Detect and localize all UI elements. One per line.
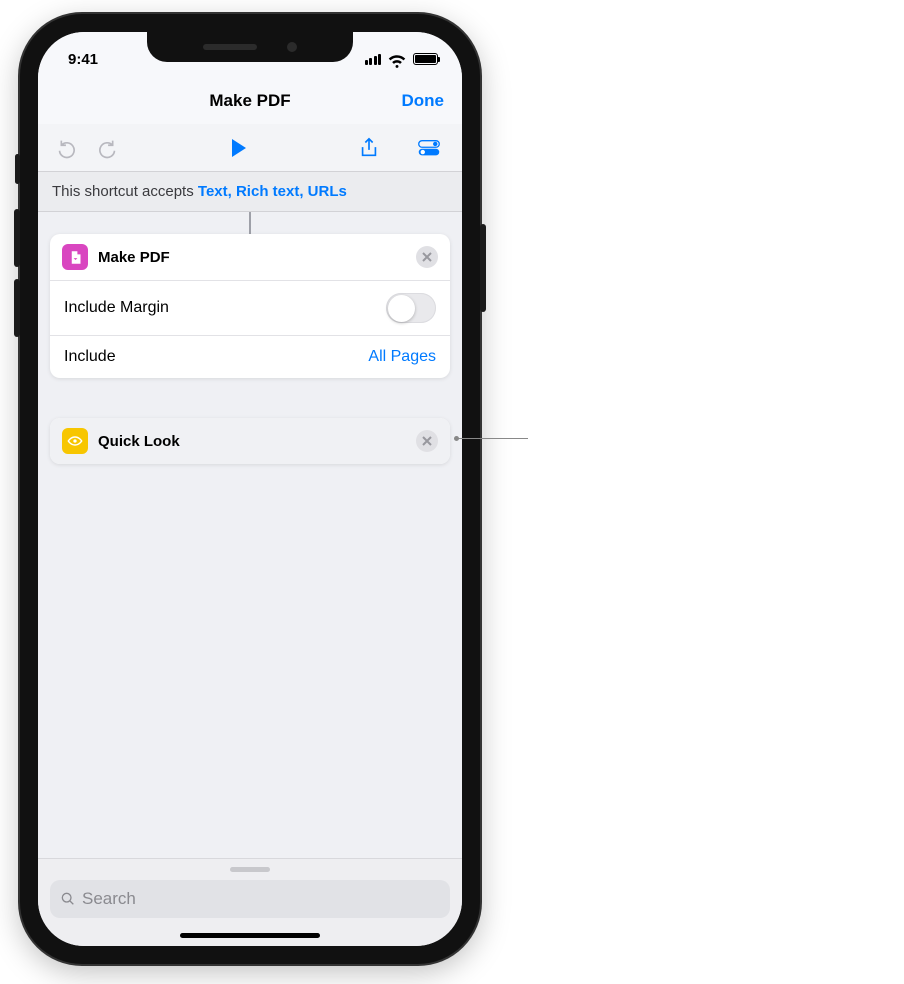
callout-line: [456, 438, 528, 439]
close-icon: [422, 436, 432, 446]
action-make-pdf[interactable]: Make PDF Include Margin Include All Page…: [50, 234, 450, 378]
wifi-icon: [386, 48, 408, 70]
accepts-prefix: This shortcut accepts: [52, 183, 198, 200]
action-title: Quick Look: [98, 433, 180, 450]
toggles-icon: [418, 137, 440, 159]
redo-button[interactable]: [92, 131, 126, 165]
search-input[interactable]: Search: [50, 880, 450, 918]
nav-bar: Make PDF Done: [38, 78, 462, 124]
toolbar: [38, 124, 462, 172]
include-value[interactable]: All Pages: [368, 348, 436, 366]
cellular-icon: [365, 54, 382, 65]
settings-toggle-button[interactable]: [412, 131, 446, 165]
undo-button[interactable]: [48, 131, 82, 165]
page-title: Make PDF: [209, 91, 290, 111]
action-title: Make PDF: [98, 249, 170, 266]
notch: [147, 32, 353, 62]
pdf-icon: [62, 244, 88, 270]
include-pages-row[interactable]: Include All Pages: [50, 335, 450, 378]
search-placeholder: Search: [82, 889, 136, 909]
grabber-handle[interactable]: [230, 867, 270, 872]
include-label: Include: [64, 348, 116, 366]
share-button[interactable]: [352, 131, 386, 165]
phone-frame: 9:41 Make PDF Done: [20, 14, 480, 964]
status-time: 9:41: [68, 51, 98, 68]
include-margin-row: Include Margin: [50, 280, 450, 335]
battery-icon: [413, 53, 438, 65]
accepts-types[interactable]: Text, Rich text, URLs: [198, 183, 347, 200]
delete-action-button[interactable]: [416, 246, 438, 268]
mute-switch[interactable]: [15, 154, 20, 184]
screen: 9:41 Make PDF Done: [38, 32, 462, 946]
delete-action-button[interactable]: [416, 430, 438, 452]
play-icon: [232, 139, 246, 157]
close-icon: [422, 252, 432, 262]
home-indicator[interactable]: [180, 933, 320, 938]
action-quick-look[interactable]: Quick Look: [50, 418, 450, 464]
done-button[interactable]: Done: [402, 91, 445, 111]
include-margin-label: Include Margin: [64, 299, 169, 317]
eye-icon: [62, 428, 88, 454]
workflow-canvas: Make PDF Include Margin Include All Page…: [38, 212, 462, 476]
volume-down-button[interactable]: [14, 279, 20, 337]
run-button[interactable]: [222, 131, 256, 165]
share-icon: [358, 137, 380, 159]
include-margin-toggle[interactable]: [386, 293, 436, 323]
volume-up-button[interactable]: [14, 209, 20, 267]
search-icon: [60, 891, 76, 907]
accepts-banner[interactable]: This shortcut accepts Text, Rich text, U…: [38, 172, 462, 212]
side-button[interactable]: [480, 224, 486, 312]
